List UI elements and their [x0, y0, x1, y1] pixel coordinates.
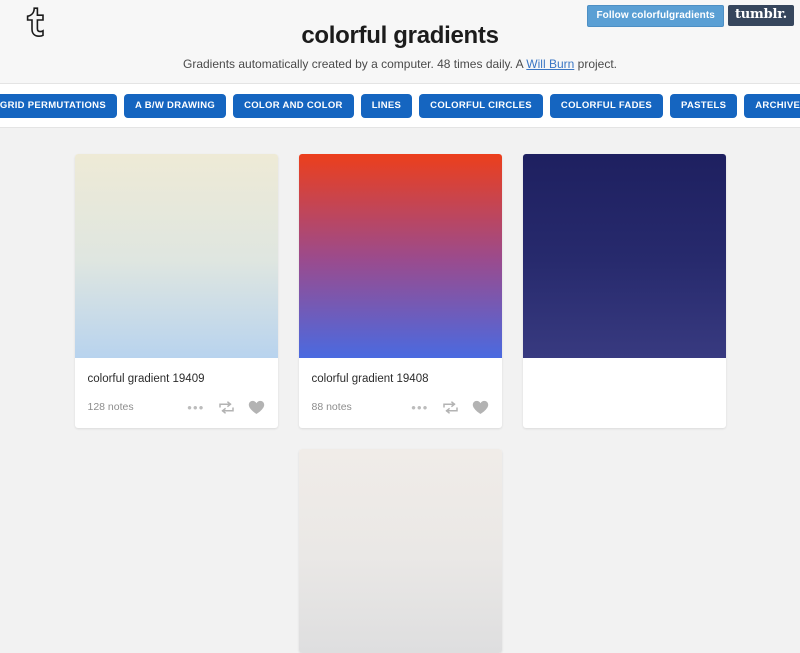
- gradient-image[interactable]: [522, 154, 726, 358]
- nav-item-colorful-circles[interactable]: COLORFUL CIRCLES: [419, 93, 543, 118]
- post-grid: colorful gradient 19409 128 notes ••• co…: [0, 128, 800, 653]
- note-count: 88 notes: [311, 401, 352, 413]
- gradient-image[interactable]: [298, 154, 502, 358]
- blog-description: Gradients automatically created by a com…: [0, 56, 800, 72]
- post-card[interactable]: colorful gradient 19408 88 notes •••: [298, 154, 502, 428]
- gradient-image[interactable]: [298, 449, 502, 653]
- more-options-icon[interactable]: •••: [187, 401, 204, 414]
- tumblr-logo-badge[interactable]: tumblr.: [727, 5, 794, 26]
- post-actions: •••: [187, 400, 264, 415]
- nav-item-lines[interactable]: LINES: [360, 93, 413, 118]
- note-count: 128 notes: [87, 401, 134, 413]
- heart-icon[interactable]: [248, 400, 265, 415]
- tumblr-t-icon[interactable]: [19, 6, 45, 40]
- nav-item-a-bw-drawing[interactable]: A B/W DRAWING: [123, 93, 227, 118]
- description-text-after: project.: [574, 57, 617, 71]
- heart-icon[interactable]: [472, 400, 489, 415]
- post-footer: 128 notes •••: [75, 387, 278, 428]
- nav-item-color-and-color[interactable]: COLOR AND COLOR: [233, 93, 354, 118]
- reblog-icon[interactable]: [442, 401, 459, 414]
- navigation-bar: GRID PERMUTATIONS A B/W DRAWING COLOR AN…: [0, 84, 800, 128]
- post-footer: 88 notes •••: [299, 387, 502, 428]
- description-text-before: Gradients automatically created by a com…: [183, 57, 527, 71]
- header-corner-buttons: Follow colorfulgradients tumblr.: [587, 5, 794, 27]
- nav-item-archive[interactable]: ARCHIVE: [744, 93, 800, 118]
- gradient-image[interactable]: [74, 154, 278, 358]
- post-actions: •••: [411, 400, 488, 415]
- more-options-icon[interactable]: •••: [411, 401, 428, 414]
- post-caption: colorful gradient 19409: [87, 373, 205, 385]
- post-card[interactable]: colorful gradient 19409 128 notes •••: [74, 154, 278, 428]
- nav-item-colorful-fades[interactable]: COLORFUL FADES: [549, 93, 664, 118]
- reblog-icon[interactable]: [218, 401, 235, 414]
- nav-item-grid-permutations[interactable]: GRID PERMUTATIONS: [0, 93, 117, 118]
- follow-button[interactable]: Follow colorfulgradients: [587, 5, 724, 27]
- blog-header: Follow colorfulgradients tumblr. colorfu…: [0, 0, 800, 84]
- post-card[interactable]: [298, 449, 502, 653]
- post-caption: colorful gradient 19408: [311, 373, 429, 385]
- post-card[interactable]: [522, 154, 726, 428]
- will-burn-link[interactable]: Will Burn: [526, 57, 574, 71]
- nav-item-pastels[interactable]: PASTELS: [670, 93, 738, 118]
